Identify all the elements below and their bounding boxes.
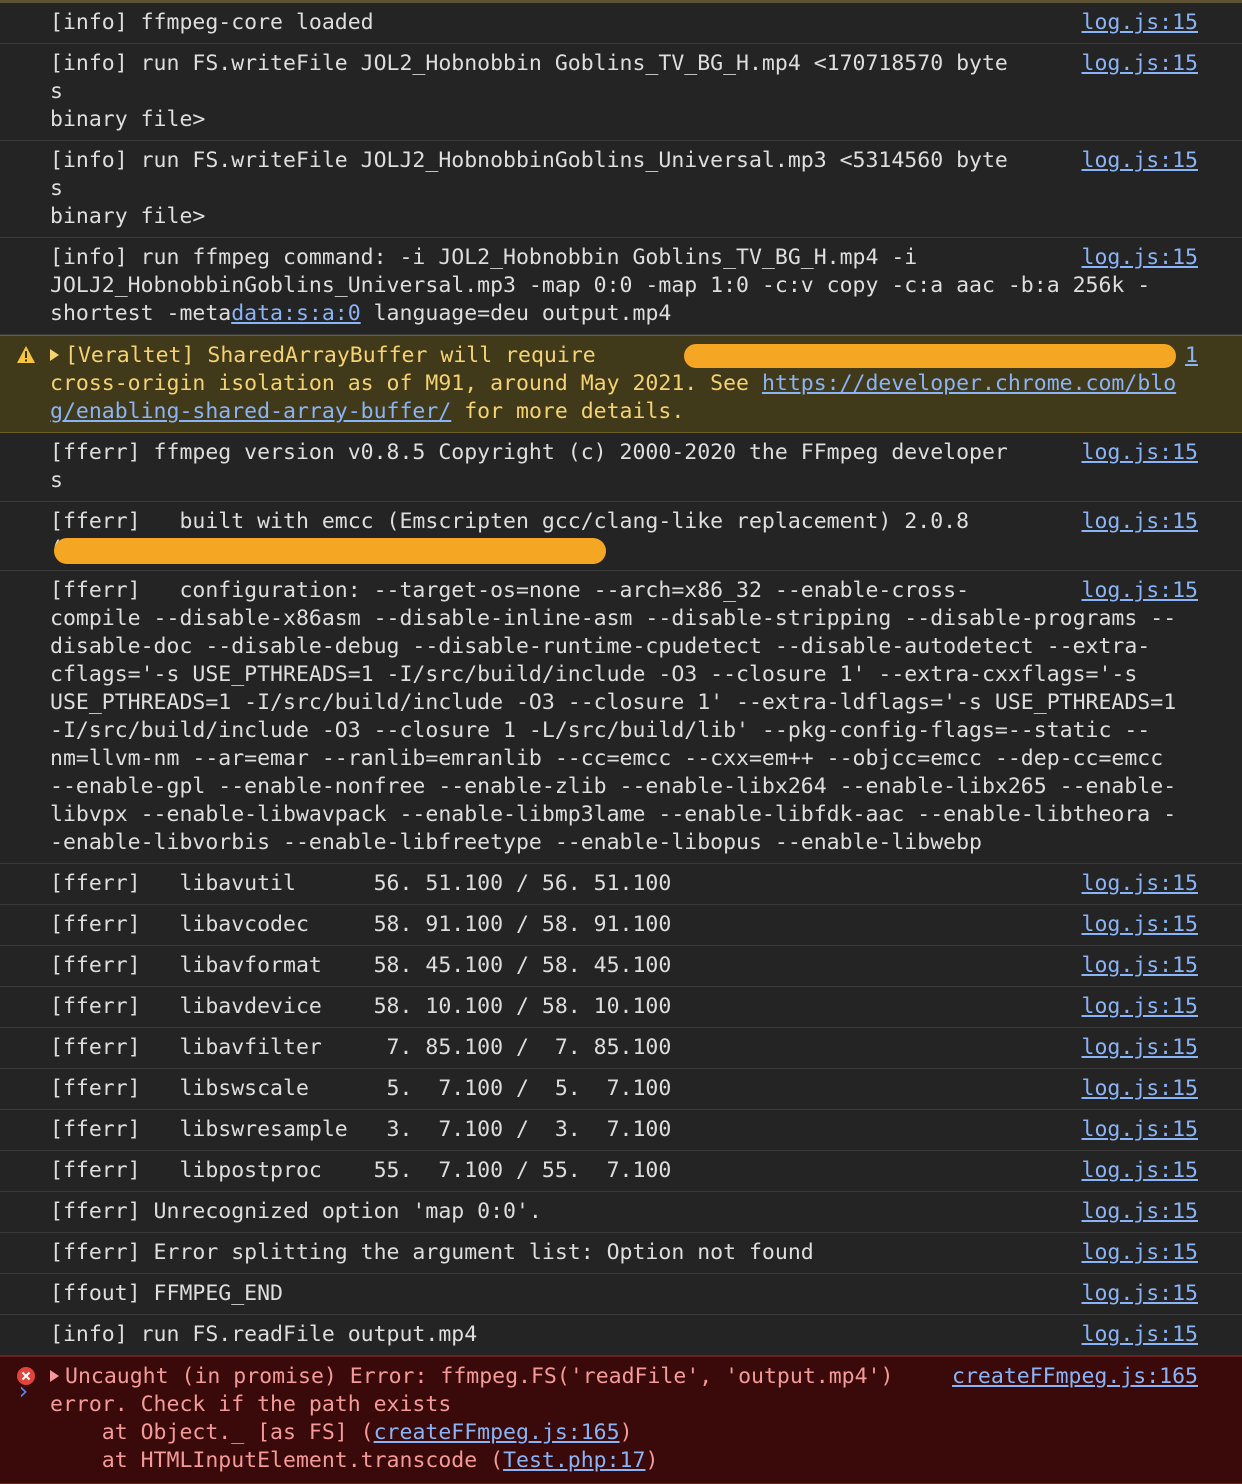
- source-link[interactable]: log.js:15: [1082, 952, 1199, 980]
- error-row[interactable]: Uncaught (in promise) Error: ffmpeg.FS('…: [0, 1356, 1242, 1484]
- source-link[interactable]: log.js:15: [1082, 993, 1199, 1021]
- log-row: [fferr] built with emcc (Emscripten gcc/…: [0, 502, 1242, 571]
- source-link[interactable]: log.js:15: [1082, 577, 1199, 605]
- warning-text: for more details.: [451, 399, 685, 424]
- redaction-scribble: [684, 344, 1176, 368]
- log-row: [fferr] ffmpeg version v0.8.5 Copyright …: [0, 433, 1242, 502]
- error-text: Uncaught (in promise) Error: ffmpeg.FS('…: [65, 1364, 894, 1389]
- warning-text: cross-origin isolation as of M91, around…: [50, 371, 762, 396]
- log-message: [fferr] ffmpeg version v0.8.5 Copyright …: [50, 440, 1008, 493]
- source-link[interactable]: log.js:15: [1082, 50, 1199, 78]
- log-message: [fferr] libavfilter 7. 85.100 / 7. 85.10…: [50, 1035, 672, 1060]
- source-link[interactable]: log.js:15: [1082, 870, 1199, 898]
- stack-frame: at Object._ [as FS] (: [50, 1420, 374, 1445]
- source-link[interactable]: log.js:15: [1082, 439, 1199, 467]
- redaction-scribble: [54, 538, 606, 564]
- stack-frame-link[interactable]: Test.php:17: [503, 1448, 645, 1473]
- log-row: [info] run FS.readFile output.mp4 log.js…: [0, 1315, 1242, 1356]
- stack-frame: at HTMLInputElement.transcode (: [50, 1448, 504, 1473]
- error-text: error. Check if the path exists: [50, 1392, 452, 1417]
- log-message: [fferr] libswresample 3. 7.100 / 3. 7.10…: [50, 1117, 672, 1142]
- source-link[interactable]: log.js:15: [1082, 1321, 1199, 1349]
- log-row: [info] run ffmpeg command: -i JOL2_Hobno…: [0, 238, 1242, 335]
- log-message: [fferr] libavdevice 58. 10.100 / 58. 10.…: [50, 994, 672, 1019]
- source-link[interactable]: log.js:15: [1082, 244, 1199, 272]
- expand-triangle-icon[interactable]: [50, 349, 59, 361]
- log-row: [info] run FS.writeFile JOLJ2_HobnobbinG…: [0, 141, 1242, 238]
- source-link[interactable]: log.js:15: [1082, 1280, 1199, 1308]
- log-message: [fferr] libpostproc 55. 7.100 / 55. 7.10…: [50, 1158, 672, 1183]
- log-row: [fferr] libavfilter 7. 85.100 / 7. 85.10…: [0, 1028, 1242, 1069]
- source-link[interactable]: log.js:15: [1082, 1239, 1199, 1267]
- log-row: [info] run FS.writeFile JOL2_Hobnobbin G…: [0, 44, 1242, 141]
- log-row: [fferr] Error splitting the argument lis…: [0, 1233, 1242, 1274]
- log-message-text: language=deu output.mp4: [360, 301, 672, 326]
- log-message: [info] run FS.writeFile JOLJ2_HobnobbinG…: [50, 148, 1008, 229]
- log-message: [info] ffmpeg-core loaded: [50, 10, 374, 35]
- log-row: [fferr] libavutil 56. 51.100 / 56. 51.10…: [0, 864, 1242, 905]
- log-row: [fferr] libpostproc 55. 7.100 / 55. 7.10…: [0, 1151, 1242, 1192]
- log-message: [ffout] FFMPEG_END: [50, 1281, 283, 1306]
- console-prompt-icon[interactable]: ›: [16, 1377, 30, 1405]
- log-message: [fferr] libavutil 56. 51.100 / 56. 51.10…: [50, 871, 672, 896]
- source-link[interactable]: log.js:15: [1082, 911, 1199, 939]
- source-link[interactable]: log.js:15: [1082, 9, 1199, 37]
- inline-link[interactable]: data:s:a:0: [231, 301, 360, 326]
- expand-triangle-icon[interactable]: [50, 1370, 59, 1382]
- stack-frame-link[interactable]: createFFmpeg.js:165: [374, 1420, 620, 1445]
- source-link[interactable]: log.js:15: [1082, 1116, 1199, 1144]
- log-row: [fferr] libavformat 58. 45.100 / 58. 45.…: [0, 946, 1242, 987]
- log-row: [fferr] configuration: --target-os=none …: [0, 571, 1242, 864]
- warning-icon: [17, 346, 35, 363]
- stack-frame: ): [619, 1420, 633, 1445]
- log-message: [fferr] configuration: --target-os=none …: [50, 578, 1177, 855]
- source-link[interactable]: 1: [1185, 342, 1198, 370]
- log-row: [fferr] libswresample 3. 7.100 / 3. 7.10…: [0, 1110, 1242, 1151]
- stack-frame: ): [645, 1448, 659, 1473]
- warning-row[interactable]: [Veraltet] SharedArrayBuffer will requir…: [0, 335, 1242, 433]
- log-message: [fferr] libswscale 5. 7.100 / 5. 7.100: [50, 1076, 672, 1101]
- log-row: [ffout] FFMPEG_END log.js:15: [0, 1274, 1242, 1315]
- log-row: [info] ffmpeg-core loaded log.js:15: [0, 3, 1242, 44]
- source-link[interactable]: log.js:15: [1082, 1075, 1199, 1103]
- log-message: [info] run ffmpeg command: -i JOL2_Hobno…: [50, 244, 1198, 328]
- log-message: [fferr] Error splitting the argument lis…: [50, 1240, 814, 1265]
- log-message: [info] run FS.writeFile JOL2_Hobnobbin G…: [50, 51, 1008, 132]
- warning-text: [Veraltet] SharedArrayBuffer will requir…: [65, 343, 596, 368]
- devtools-console: [info] ffmpeg-core loaded log.js:15 [inf…: [0, 0, 1242, 1484]
- source-link[interactable]: log.js:15: [1082, 508, 1199, 536]
- log-row: [fferr] libswscale 5. 7.100 / 5. 7.100 l…: [0, 1069, 1242, 1110]
- source-link[interactable]: log.js:15: [1082, 1157, 1199, 1185]
- log-message: [fferr] libavformat 58. 45.100 / 58. 45.…: [50, 953, 672, 978]
- log-row: [fferr] libavdevice 58. 10.100 / 58. 10.…: [0, 987, 1242, 1028]
- log-row: [fferr] Unrecognized option 'map 0:0'. l…: [0, 1192, 1242, 1233]
- source-link[interactable]: log.js:15: [1082, 1034, 1199, 1062]
- log-message: [fferr] Unrecognized option 'map 0:0'.: [50, 1199, 542, 1224]
- source-link[interactable]: log.js:15: [1082, 1198, 1199, 1226]
- source-link[interactable]: log.js:15: [1082, 147, 1199, 175]
- log-message: [info] run FS.readFile output.mp4: [50, 1322, 478, 1347]
- log-message: [fferr] libavcodec 58. 91.100 / 58. 91.1…: [50, 912, 672, 937]
- log-row: [fferr] libavcodec 58. 91.100 / 58. 91.1…: [0, 905, 1242, 946]
- source-link[interactable]: createFFmpeg.js:165: [952, 1363, 1198, 1391]
